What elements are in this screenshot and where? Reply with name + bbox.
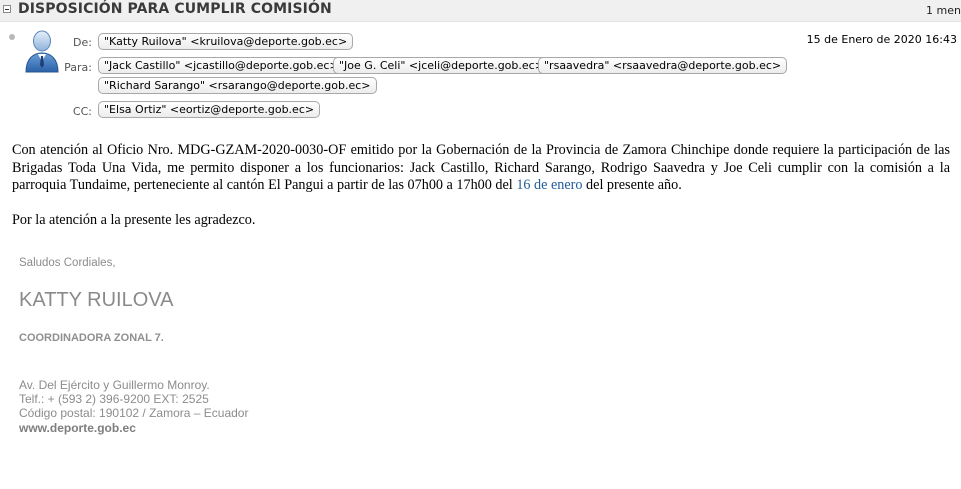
to-label: Para: — [64, 61, 92, 74]
to-chip-joe-celi[interactable]: "Joe G. Celi" <jceli@deporte.gob.ec> — [333, 57, 550, 74]
signature-website[interactable]: www.deporte.gob.ec — [19, 421, 136, 436]
from-chip[interactable]: "Katty Ruilova" <kruilova@deporte.gob.ec… — [98, 33, 354, 50]
message-paragraph-1: Con atención al Oficio Nro. MDG-GZAM-202… — [12, 142, 950, 195]
status-dot-icon — [9, 34, 15, 40]
signature-role: COORDINADORA ZONAL 7. — [19, 332, 164, 344]
from-label: De: — [73, 36, 92, 49]
signature-address: Av. Del Ejército y Guillermo Monroy. — [19, 378, 210, 392]
message-count: 1 men — [926, 4, 961, 17]
message-date: 15 de Enero de 2020 16:43 — [806, 33, 957, 46]
cc-label: CC: — [72, 105, 92, 118]
to-chip-jack-castillo[interactable]: "Jack Castillo" <jcastillo@deporte.gob.e… — [98, 57, 345, 74]
to-chip-richard-sarango[interactable]: "Richard Sarango" <rsarango@deporte.gob.… — [98, 77, 377, 94]
signature-phone: Telf.: + (593 2) 396-9200 EXT: 2525 — [19, 392, 209, 406]
signature-name: KATTY RUILOVA — [19, 289, 174, 311]
to-chip-rsaavedra[interactable]: "rsaavedra" <rsaavedra@deporte.gob.ec> — [538, 57, 788, 74]
paragraph-1-text: Con atención al Oficio Nro. MDG-GZAM-202… — [12, 142, 950, 193]
message-paragraph-2: Por la atención a la presente les agrade… — [12, 212, 256, 228]
date-link[interactable]: 16 de enero — [516, 177, 582, 193]
message-header-bar: DISPOSICIÓN PARA CUMPLIR COMISIÓN 1 men — [0, 0, 961, 22]
contact-avatar-icon[interactable] — [23, 29, 61, 73]
cc-chip-elsa-ortiz[interactable]: "Elsa Ortiz" <eortiz@deporte.gob.ec> — [98, 101, 321, 118]
message-subject: DISPOSICIÓN PARA CUMPLIR COMISIÓN — [18, 1, 332, 17]
signature-postal: Código postal: 190102 / Zamora – Ecuador — [19, 406, 249, 420]
paragraph-1-end: del presente año. — [582, 177, 682, 193]
collapse-icon[interactable] — [3, 5, 11, 13]
signature-greeting: Saludos Cordiales, — [19, 257, 116, 269]
